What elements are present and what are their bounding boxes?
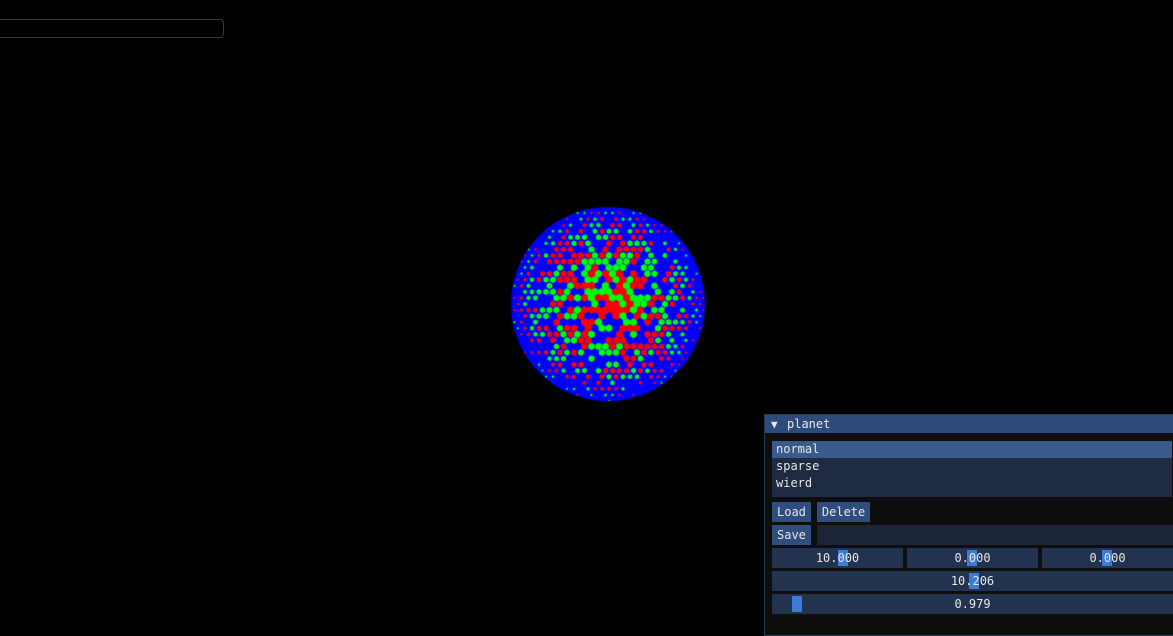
slider-value: 10.206 — [950, 574, 995, 588]
density-slider[interactable]: 0.979 — [772, 594, 1173, 614]
preset-list[interactable]: normal sparse wierd — [772, 441, 1172, 497]
delete-button[interactable]: Delete — [816, 502, 871, 522]
position-x-slider[interactable]: 10.000 — [772, 548, 903, 568]
slider-value: 0.979 — [954, 597, 991, 611]
position-z-slider[interactable]: 0.000 — [1042, 548, 1173, 568]
slider-grab[interactable] — [792, 596, 802, 612]
slider-value: 10.000 — [815, 551, 860, 565]
save-button[interactable]: Save — [772, 525, 811, 545]
preset-item-sparse[interactable]: sparse — [772, 458, 1172, 475]
planet-panel: ▼ planet normal sparse wierd Load Delete… — [764, 414, 1173, 636]
load-button[interactable]: Load — [772, 502, 811, 522]
radius-slider[interactable]: 10.206 — [772, 571, 1173, 591]
slider-value: 0.000 — [954, 551, 991, 565]
position-y-slider[interactable]: 0.000 — [907, 548, 1038, 568]
triangle-down-icon[interactable]: ▼ — [771, 418, 783, 431]
panel-title-bar[interactable]: ▼ planet — [765, 415, 1173, 433]
preset-item-wierd[interactable]: wierd — [772, 475, 1172, 492]
preset-item-normal[interactable]: normal — [772, 441, 1172, 458]
panel-title: planet — [787, 417, 831, 431]
preset-name-input[interactable] — [816, 525, 1173, 545]
slider-value: 0.000 — [1089, 551, 1126, 565]
